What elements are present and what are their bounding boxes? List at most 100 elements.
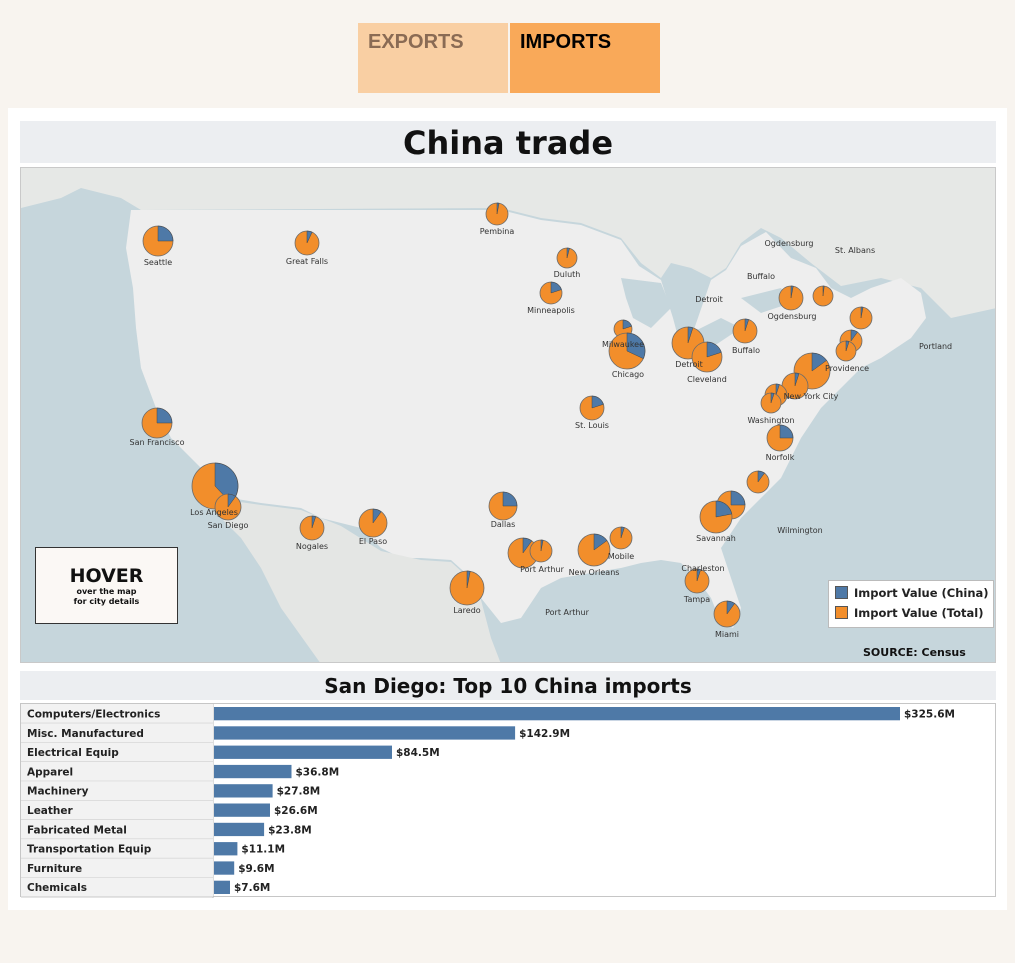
bar-value-label: $23.8M — [268, 824, 312, 836]
category-label: Transportation Equip — [27, 844, 152, 856]
city-label-providence: Providence — [825, 364, 869, 373]
city-label-norfolk: Norfolk — [766, 453, 795, 462]
bar-value-label: $26.6M — [274, 805, 318, 817]
port-pie-chicago[interactable] — [608, 332, 646, 370]
category-label: Leather — [27, 805, 74, 817]
legend-item-china: Import Value (China) — [835, 586, 989, 600]
city-label-detroit: Detroit — [675, 360, 703, 369]
port-pie-miami[interactable] — [713, 600, 741, 628]
city-label-los-angeles: Los Angeles — [190, 508, 238, 517]
port-pie-new-orleans[interactable] — [577, 533, 611, 567]
bar-value-label: $142.9M — [519, 728, 570, 740]
city-label-portland: Portland — [919, 342, 952, 351]
bar-value-label: $325.6M — [904, 709, 955, 721]
city-label-duluth: Duluth — [554, 270, 581, 279]
hover-title: HOVER — [69, 565, 144, 587]
map-legend: Import Value (China) Import Value (Total… — [828, 580, 994, 628]
city-label-st-albans: St. Albans — [835, 246, 875, 255]
port-pie-laredo[interactable] — [449, 570, 485, 606]
city-label-nogales: Nogales — [296, 542, 328, 551]
tab-imports[interactable]: IMPORTS — [510, 23, 660, 93]
port-pie-great-falls[interactable] — [294, 230, 320, 256]
city-label-chicago: Chicago — [612, 370, 644, 379]
bar-transportation-equip[interactable] — [214, 842, 238, 856]
bar-chart-title: San Diego: Top 10 China imports — [324, 674, 692, 698]
port-pie-nogales[interactable] — [299, 515, 325, 541]
port-pie-pembina[interactable] — [485, 202, 509, 226]
bar-fabricated-metal[interactable] — [214, 822, 265, 837]
bar-chemicals[interactable] — [214, 880, 230, 894]
bar-value-label: $36.8M — [296, 766, 340, 778]
bar-leather[interactable] — [214, 803, 270, 817]
legend-label-total: Import Value (Total) — [854, 606, 984, 620]
port-pie-st-albans[interactable] — [812, 285, 834, 307]
port-pie-norfolk[interactable] — [766, 424, 794, 452]
city-label-new-york-city: New York City — [784, 392, 839, 401]
port-pie-providence[interactable] — [835, 340, 857, 362]
city-label-washington: Washington — [747, 416, 794, 425]
port-pie-minneapolis[interactable] — [539, 281, 563, 305]
port-pie-mobile[interactable] — [609, 526, 633, 550]
category-label: Computers/Electronics — [27, 709, 160, 721]
bar-value-label: $9.6M — [238, 863, 274, 875]
city-label-minneapolis: Minneapolis — [527, 306, 575, 315]
port-pie-buffalo[interactable] — [732, 318, 758, 344]
category-label: Apparel — [27, 766, 73, 778]
city-label-new-orleans: New Orleans — [569, 568, 620, 577]
city-label-great-falls: Great Falls — [286, 257, 328, 266]
port-pie-washington[interactable] — [760, 392, 782, 414]
category-label: Misc. Manufactured — [27, 728, 144, 740]
port-pie-dallas[interactable] — [488, 491, 518, 521]
city-label-wilmington: Wilmington — [777, 526, 822, 535]
legend-swatch-total — [835, 606, 848, 619]
city-label-san-diego: San Diego — [208, 521, 249, 530]
tab-imports-label: IMPORTS — [520, 31, 612, 53]
category-label: Electrical Equip — [27, 747, 119, 759]
city-label-charleston: Charleston — [681, 564, 724, 573]
bar-apparel[interactable] — [214, 764, 292, 779]
port-pie-st-louis[interactable] — [579, 395, 605, 421]
tab-exports[interactable]: EXPORTS — [358, 23, 508, 93]
category-label: Furniture — [27, 863, 82, 875]
city-label-buffalo: Buffalo — [732, 346, 760, 355]
port-pie-el-paso[interactable] — [358, 508, 388, 538]
city-label-cleveland: Cleveland — [687, 375, 727, 384]
bar-value-label: $27.8M — [277, 786, 321, 798]
port-pie-charleston[interactable] — [746, 470, 770, 494]
port-pie-port-arthur[interactable] — [529, 539, 553, 563]
legend-item-total: Import Value (Total) — [835, 606, 983, 620]
city-label-mobile: Mobile — [608, 552, 634, 561]
bar-value-label: $84.5M — [396, 747, 440, 759]
city-label-seattle: Seattle — [144, 258, 172, 267]
bar-chart-canvas[interactable]: Computers/Electronics $325.6M Misc. Manufa… — [21, 704, 997, 898]
bar-value-label: $11.1M — [241, 844, 285, 856]
legend-label-china: Import Value (China) — [854, 586, 989, 600]
port-pie-seattle[interactable] — [142, 225, 174, 257]
city-label-ogdensburg: Ogdensburg — [765, 239, 814, 248]
port-pie-ogdensburg[interactable] — [778, 285, 804, 311]
city-label-buffalo: Buffalo — [747, 272, 775, 281]
bar-computers-electronics[interactable] — [214, 707, 900, 721]
bar-machinery[interactable] — [214, 784, 273, 798]
city-label-dallas: Dallas — [491, 520, 516, 529]
bar-misc-manufactured[interactable] — [214, 726, 516, 740]
bar-chart[interactable]: Computers/Electronics $325.6M Misc. Manufa… — [20, 703, 997, 898]
port-pie-duluth[interactable] — [556, 247, 578, 269]
bar-electrical-equip[interactable] — [214, 745, 392, 759]
source-note: SOURCE: Census — [863, 646, 966, 659]
dashboard-title: China trade — [402, 124, 614, 162]
city-label-st-louis: St. Louis — [575, 421, 609, 430]
dashboard-title-bar: China trade — [20, 121, 996, 163]
city-label-detroit: Detroit — [695, 295, 723, 304]
category-label: Chemicals — [27, 882, 87, 894]
bar-furniture[interactable] — [214, 861, 235, 875]
port-pie-san-francisco[interactable] — [141, 407, 173, 439]
hover-line-1: over the map — [76, 587, 137, 596]
city-label-miami: Miami — [715, 630, 739, 639]
city-label-savannah: Savannah — [696, 534, 736, 543]
city-label-el-paso: El Paso — [359, 537, 387, 546]
hover-instruction: HOVER over the map for city details — [35, 547, 178, 624]
port-pie-savannah[interactable] — [699, 500, 733, 534]
port-pie-portland[interactable] — [849, 306, 873, 330]
city-label-port-arthur: Port Arthur — [545, 608, 589, 617]
